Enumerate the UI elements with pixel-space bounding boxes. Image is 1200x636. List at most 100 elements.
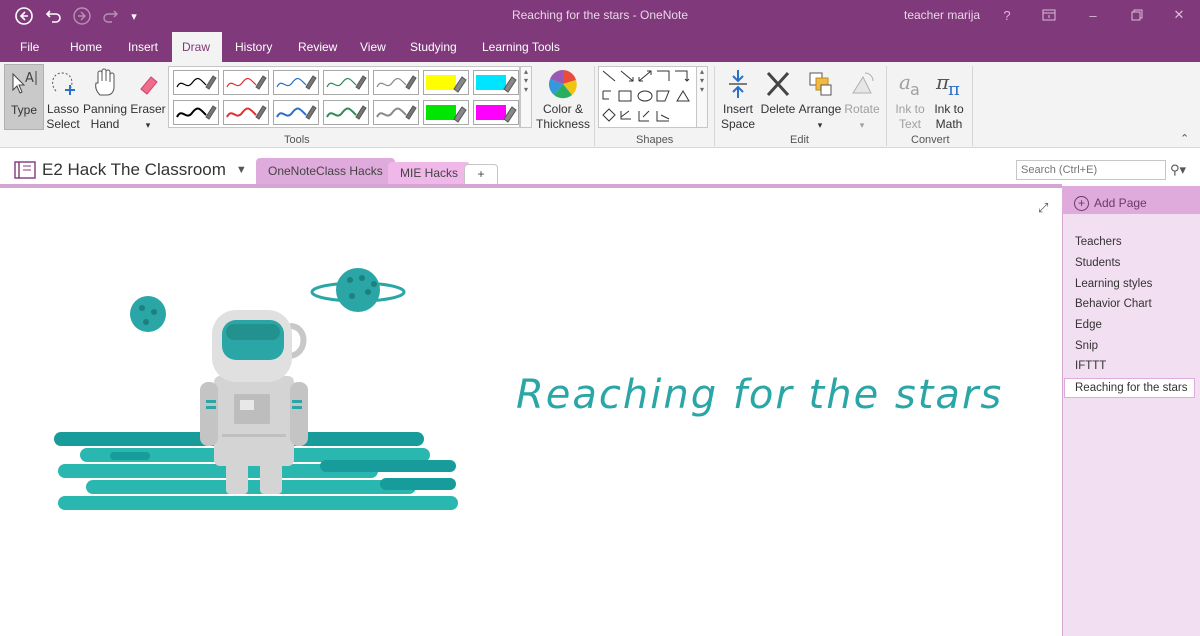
chevron-down-icon[interactable]: ▼	[236, 164, 247, 176]
insert-space-icon	[729, 70, 747, 98]
svg-text:A: A	[25, 71, 34, 86]
panning-hand-button[interactable]: Panning Hand	[82, 64, 128, 131]
pen-swatch[interactable]	[173, 100, 219, 125]
page-item-edge[interactable]: Edge	[1075, 319, 1102, 331]
search-input[interactable]	[1016, 160, 1166, 180]
close-icon[interactable]: ✕	[1164, 4, 1194, 26]
minimize-icon[interactable]: –	[1078, 4, 1108, 26]
arrange-button[interactable]: Arrange ▾	[798, 64, 842, 130]
ink-to-math-label: Ink to	[934, 102, 964, 116]
pen-swatch[interactable]	[373, 100, 419, 125]
title-bar: ▾ Reaching for the stars - OneNote teach…	[0, 0, 1200, 32]
lasso-icon	[52, 72, 75, 95]
page-item-reaching-for-the-stars[interactable]: Reaching for the stars	[1064, 378, 1195, 398]
add-section-button[interactable]: +	[464, 164, 498, 186]
panning-label: Panning	[82, 102, 128, 116]
search-icon[interactable]: ⚲▾	[1170, 162, 1186, 178]
color-label: Color &	[542, 102, 583, 116]
ribbon-display-icon[interactable]	[1034, 4, 1064, 26]
restore-icon[interactable]	[1122, 4, 1152, 26]
rotate-dropdown-icon[interactable]: ▾	[860, 120, 865, 130]
ink-to-text-label: Ink to	[895, 102, 925, 116]
hand-icon	[95, 68, 115, 96]
notebook-name: E2 Hack The Classroom	[42, 160, 226, 179]
add-icon: +	[1074, 195, 1089, 211]
page-heading[interactable]: Reaching for the stars	[516, 372, 1003, 418]
tab-draw[interactable]: Draw	[172, 32, 222, 62]
page-item-snip[interactable]: Snip	[1075, 340, 1098, 352]
ink-to-text-button[interactable]: aa Ink to Text	[890, 64, 930, 131]
delete-button[interactable]: Delete	[760, 64, 796, 130]
tab-review[interactable]: Review	[288, 32, 347, 62]
insert-space-button[interactable]: Insert Space	[718, 64, 758, 131]
ribbon: A Type Lasso Select Panning Hand Eraser …	[0, 62, 1200, 148]
page-item-students[interactable]: Students	[1075, 257, 1120, 269]
pen-swatch[interactable]	[373, 70, 419, 95]
tab-insert[interactable]: Insert	[118, 32, 168, 62]
ink-to-text-label-2: Text	[898, 117, 921, 131]
ink-to-math-button[interactable]: ππ Ink to Math	[930, 64, 968, 131]
shapes-icon[interactable]	[599, 67, 707, 127]
group-separator	[714, 66, 715, 146]
collapse-ribbon-icon[interactable]: ⌃	[1180, 132, 1189, 145]
add-page-button[interactable]: + Add Page	[1062, 186, 1200, 214]
eraser-label: Eraser	[130, 102, 166, 116]
lasso-label-2: Select	[46, 117, 80, 131]
tab-learning-tools[interactable]: Learning Tools	[472, 32, 570, 62]
group-separator	[594, 66, 595, 146]
pen-swatch[interactable]	[423, 100, 469, 125]
pen-swatch[interactable]	[473, 100, 519, 125]
arrange-dropdown-icon[interactable]: ▾	[818, 120, 823, 130]
pen-swatch[interactable]	[223, 70, 269, 95]
group-separator	[886, 66, 887, 146]
pen-gallery-scroll[interactable]: ▴ ▾ ▾	[520, 66, 532, 128]
pen-swatch[interactable]	[323, 100, 369, 125]
delete-label: Delete	[760, 102, 796, 116]
color-wheel-icon	[548, 70, 577, 99]
tab-studying[interactable]: Studying	[400, 32, 467, 62]
type-button[interactable]: A Type	[4, 64, 44, 130]
pen-swatch[interactable]	[273, 70, 319, 95]
color-thickness-button[interactable]: Color & Thickness	[536, 64, 590, 131]
edit-group-label: Edit	[790, 134, 809, 146]
user-name[interactable]: teacher marija	[904, 8, 980, 22]
lasso-select-button[interactable]: Lasso Select	[46, 64, 80, 131]
arrange-label: Arrange	[798, 102, 842, 116]
shapes-gallery-scroll[interactable]: ▴ ▾ ▾	[696, 66, 708, 128]
section-tab-onenoteclass-hacks[interactable]: OneNoteClass Hacks	[256, 158, 395, 186]
ink-to-math-label-2: Math	[935, 117, 963, 131]
ribbon-tabs: File Home Insert Draw History Review Vie…	[0, 32, 1200, 62]
pen-swatch[interactable]	[473, 70, 519, 95]
tab-history[interactable]: History	[225, 32, 282, 62]
rotate-button[interactable]: Rotate ▾	[844, 64, 880, 130]
page-item-ifttt[interactable]: IFTTT	[1075, 360, 1106, 372]
type-icon: A	[12, 71, 37, 94]
astronaut-illustration	[54, 268, 458, 510]
expand-icon[interactable]: ⤢	[1038, 200, 1048, 216]
eraser-dropdown-icon[interactable]: ▾	[146, 120, 151, 130]
page-item-behavior-chart[interactable]: Behavior Chart	[1075, 298, 1152, 310]
tab-home[interactable]: Home	[60, 32, 112, 62]
pen-swatch[interactable]	[223, 100, 269, 125]
pen-swatch[interactable]	[273, 100, 319, 125]
pen-swatch[interactable]	[173, 70, 219, 95]
delete-icon	[766, 71, 790, 97]
ink-to-text-icon: aa	[899, 70, 920, 99]
section-tab-mie-hacks[interactable]: MIE Hacks	[388, 162, 471, 186]
group-separator	[972, 66, 973, 146]
panning-label-2: Hand	[90, 117, 120, 131]
pen-swatch[interactable]	[323, 70, 369, 95]
help-button[interactable]: ?	[992, 4, 1022, 26]
eraser-button[interactable]: Eraser ▾	[130, 64, 166, 130]
eraser-icon	[140, 76, 158, 95]
page-canvas[interactable]: Reaching for the stars	[0, 188, 1062, 636]
svg-text:a: a	[910, 80, 920, 99]
tab-file[interactable]: File	[10, 32, 49, 62]
pen-gallery	[168, 66, 520, 128]
page-item-teachers[interactable]: Teachers	[1075, 236, 1122, 248]
type-label: Type	[10, 103, 37, 117]
notebook-picker[interactable]: E2 Hack The Classroom ▼	[14, 160, 247, 180]
page-item-learning-styles[interactable]: Learning styles	[1075, 278, 1152, 290]
pen-swatch[interactable]	[423, 70, 469, 95]
tab-view[interactable]: View	[350, 32, 396, 62]
